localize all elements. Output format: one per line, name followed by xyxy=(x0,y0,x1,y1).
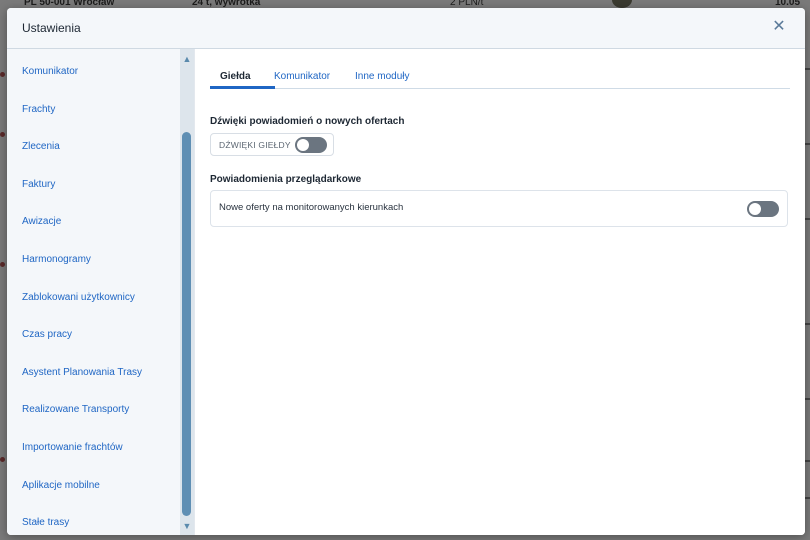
sounds-toggle-chip[interactable]: DŹWIĘKI GIEŁDY xyxy=(210,133,334,156)
sidebar-item-faktury[interactable]: Faktury xyxy=(22,179,55,190)
modal-header: Ustawienia ✕ xyxy=(7,8,805,49)
background-truck: 24 t, wywrotka xyxy=(192,0,261,8)
sidebar-item-importowanie[interactable]: Importowanie frachtów xyxy=(22,442,123,453)
sidebar-item-frachty[interactable]: Frachty xyxy=(22,104,55,115)
notification-toggle[interactable] xyxy=(747,201,779,217)
notification-option-label: Nowe oferty na monitorowanych kierunkach xyxy=(219,202,404,213)
modal-title: Ustawienia xyxy=(22,21,81,35)
sidebar-item-asystent[interactable]: Asystent Planowania Trasy xyxy=(22,367,142,378)
scroll-up-icon[interactable]: ▲ xyxy=(182,54,192,64)
tab-komunikator[interactable]: Komunikator xyxy=(274,71,330,82)
sidebar-item-realizowane[interactable]: Realizowane Transporty xyxy=(22,404,129,415)
sidebar-item-zablokowani[interactable]: Zablokowani użytkownicy xyxy=(22,292,135,303)
sidebar-item-stale-trasy[interactable]: Stałe trasy xyxy=(22,517,69,528)
sidebar-item-czas-pracy[interactable]: Czas pracy xyxy=(22,329,72,340)
sidebar-item-komunikator[interactable]: Komunikator xyxy=(22,66,78,77)
sidebar-scrollbar[interactable]: ▲ ▼ xyxy=(180,49,194,535)
sounds-toggle[interactable] xyxy=(295,137,327,153)
sidebar-item-zlecenia[interactable]: Zlecenia xyxy=(22,141,60,152)
active-tab-indicator xyxy=(210,86,275,89)
notification-option-card: Nowe oferty na monitorowanych kierunkach xyxy=(210,190,788,227)
close-icon[interactable]: ✕ xyxy=(771,19,787,35)
sidebar-item-aplikacje[interactable]: Aplikacje mobilne xyxy=(22,480,100,491)
settings-modal: Ustawienia ✕ Komunikator Frachty Zleceni… xyxy=(7,8,805,535)
toggle-knob xyxy=(749,203,761,215)
settings-content: Giełda Komunikator Inne moduły Dźwięki p… xyxy=(195,49,805,535)
background-date: 10.05 xyxy=(775,0,801,8)
sidebar-item-harmonogramy[interactable]: Harmonogramy xyxy=(22,254,91,265)
tab-gielda[interactable]: Giełda xyxy=(220,71,251,82)
sounds-section-title: Dźwięki powiadomień o nowych ofertach xyxy=(210,116,405,127)
toggle-knob xyxy=(297,139,309,151)
sidebar-item-awizacje[interactable]: Awizacje xyxy=(22,216,61,227)
browser-notifications-title: Powiadomienia przeglądarkowe xyxy=(210,174,362,185)
sidebar-list: Komunikator Frachty Zlecenia Faktury Awi… xyxy=(7,49,179,535)
sounds-chip-label: DŹWIĘKI GIEŁDY xyxy=(219,140,291,150)
background-city: PL 50-001 Wrocław xyxy=(24,0,115,8)
scroll-down-icon[interactable]: ▼ xyxy=(182,521,192,531)
background-price: 2 PLN/t xyxy=(450,0,484,8)
scroll-thumb[interactable] xyxy=(182,132,191,516)
tab-inne-moduly[interactable]: Inne moduły xyxy=(355,71,409,82)
tab-bar: Giełda Komunikator Inne moduły xyxy=(210,67,790,89)
settings-sidebar: Komunikator Frachty Zlecenia Faktury Awi… xyxy=(7,49,195,535)
